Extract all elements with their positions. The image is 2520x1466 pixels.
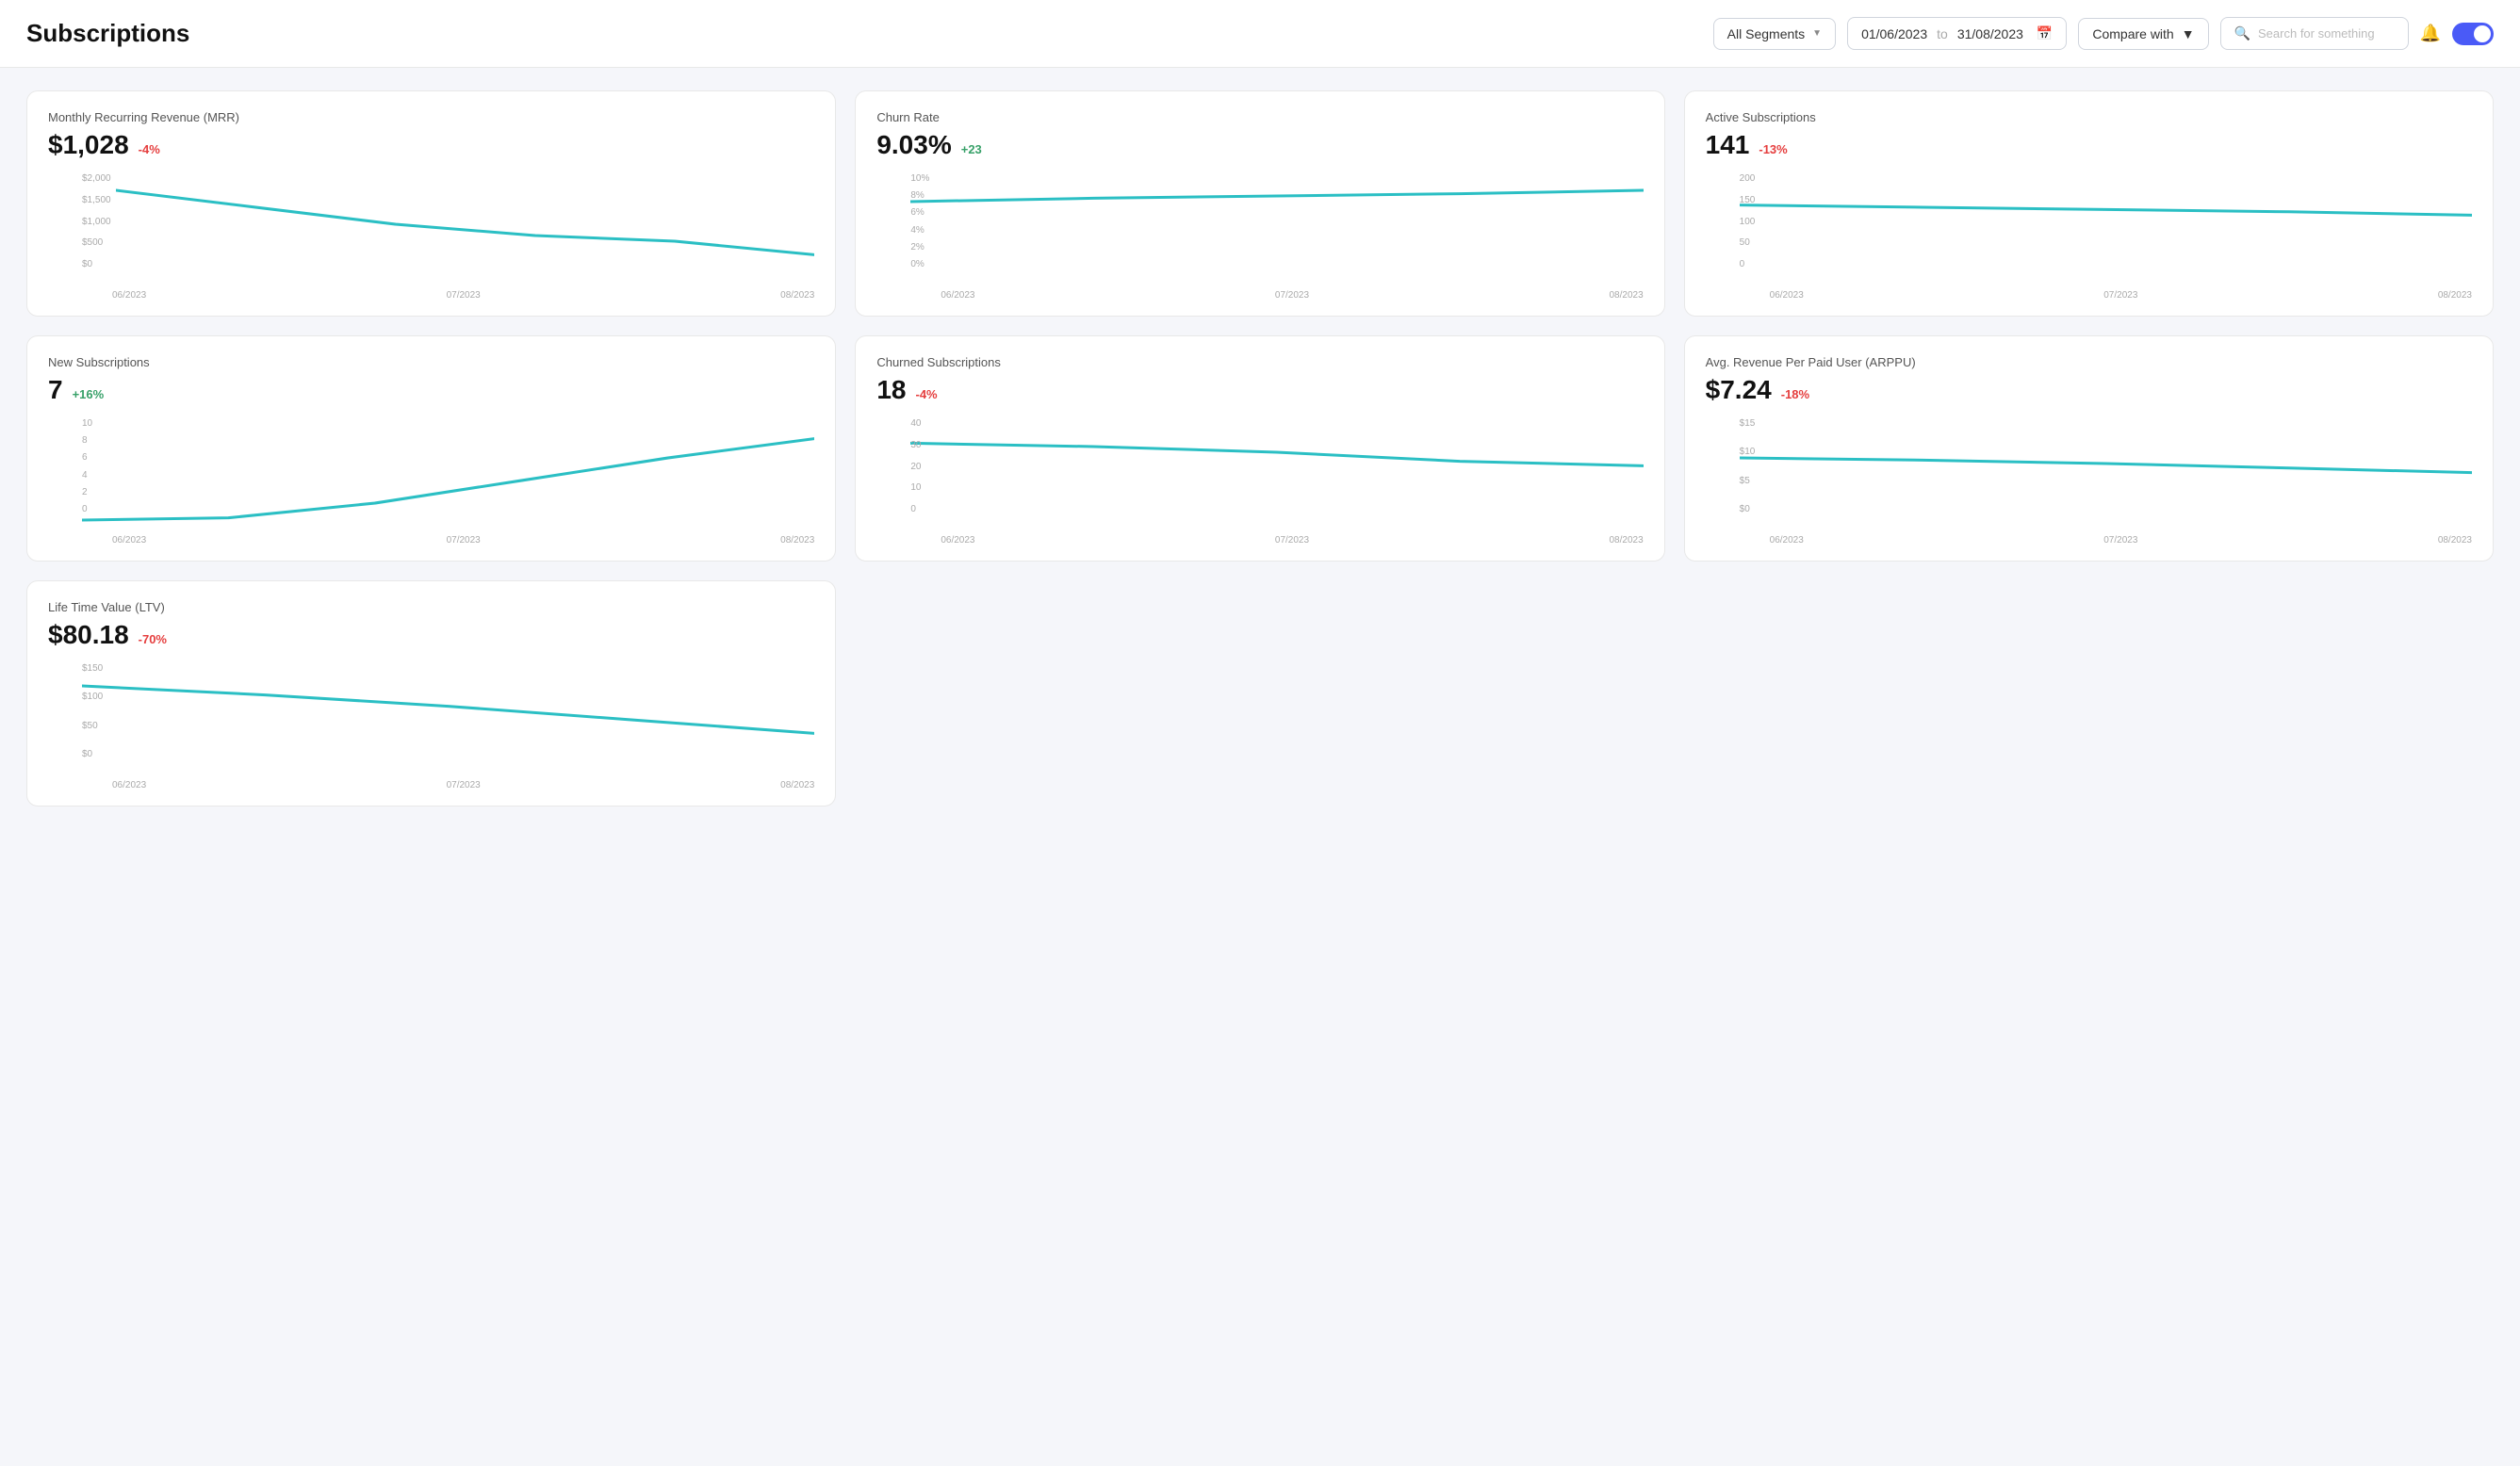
card-arppu-badge: -18% [1781,387,1809,401]
card-new-subs-badge: +16% [73,387,105,401]
card-churned-title: Churned Subscriptions [876,355,1643,369]
card-churn-value: 9.03% [876,130,951,160]
notification-button[interactable]: 🔔 [2420,24,2441,43]
card-ltv: Life Time Value (LTV) $80.18 -70% $150 $… [26,580,836,806]
card-churn-badge: +23 [961,142,982,156]
card-ltv-title: Life Time Value (LTV) [48,600,814,614]
card-ltv-value: $80.18 [48,620,129,650]
card-active-title: Active Subscriptions [1706,110,2472,124]
card-arppu-chart: $15 $10 $5 $0 06/2023 07/2023 08/2023 [1706,418,2472,546]
card-active-value: 141 [1706,130,1750,160]
card-mrr-title: Monthly Recurring Revenue (MRR) [48,110,814,124]
card-ltv-badge: -70% [139,632,167,646]
card-active: Active Subscriptions 141 -13% 200 150 10… [1684,90,2494,317]
bottom-row: Life Time Value (LTV) $80.18 -70% $150 $… [26,580,2494,806]
main-content: Monthly Recurring Revenue (MRR) $1,028 -… [0,68,2520,829]
card-new-subs-chart: 10 8 6 4 2 0 06/2023 07/2023 08/2023 [48,418,814,546]
card-ltv-chart: $150 $100 $50 $0 06/2023 07/2023 08/2023 [48,663,814,790]
card-mrr-value: $1,028 [48,130,129,160]
search-box[interactable]: 🔍 Search for something [2220,17,2409,50]
card-churned-value: 18 [876,375,906,405]
chevron-down-icon: ▼ [1812,28,1822,39]
card-active-badge: -13% [1759,142,1787,156]
header: Subscriptions All Segments ▼ 01/06/2023 … [0,0,2520,68]
card-churned-chart: 40 30 20 10 0 06/2023 07/2023 08/2023 [876,418,1643,546]
card-mrr: Monthly Recurring Revenue (MRR) $1,028 -… [26,90,836,317]
card-churn-chart: 10% 8% 6% 4% 2% 0% 06/2023 07/2023 08/20… [876,173,1643,301]
search-icon: 🔍 [2234,25,2250,41]
card-mrr-chart: $2,000 $1,500 $1,000 $500 $0 06/2023 07/… [48,173,814,301]
compare-dropdown[interactable]: Compare with ▼ [2078,18,2208,50]
header-controls: All Segments ▼ 01/06/2023 to 31/08/2023 … [1713,17,2494,50]
card-new-subs-title: New Subscriptions [48,355,814,369]
card-arppu-value: $7.24 [1706,375,1772,405]
card-new-subs-value: 7 [48,375,63,405]
card-churned: Churned Subscriptions 18 -4% 40 30 20 10… [855,335,1664,562]
card-arppu-title: Avg. Revenue Per Paid User (ARPPU) [1706,355,2472,369]
card-churn-title: Churn Rate [876,110,1643,124]
calendar-icon: 📅 [2037,25,2053,41]
top-row: Monthly Recurring Revenue (MRR) $1,028 -… [26,90,2494,317]
card-churned-badge: -4% [915,387,937,401]
card-active-chart: 200 150 100 50 0 06/2023 07/2023 08/2023 [1706,173,2472,301]
date-range-button[interactable]: 01/06/2023 to 31/08/2023 📅 [1847,17,2067,50]
theme-toggle[interactable] [2452,23,2494,45]
chevron-down-icon: ▼ [2182,26,2195,41]
segment-dropdown[interactable]: All Segments ▼ [1713,18,1836,50]
card-arppu: Avg. Revenue Per Paid User (ARPPU) $7.24… [1684,335,2494,562]
card-mrr-badge: -4% [139,142,160,156]
page-title: Subscriptions [26,19,189,48]
middle-row: New Subscriptions 7 +16% 10 8 6 4 2 0 [26,335,2494,562]
card-new-subs: New Subscriptions 7 +16% 10 8 6 4 2 0 [26,335,836,562]
card-churn: Churn Rate 9.03% +23 10% 8% 6% 4% 2% 0% [855,90,1664,317]
